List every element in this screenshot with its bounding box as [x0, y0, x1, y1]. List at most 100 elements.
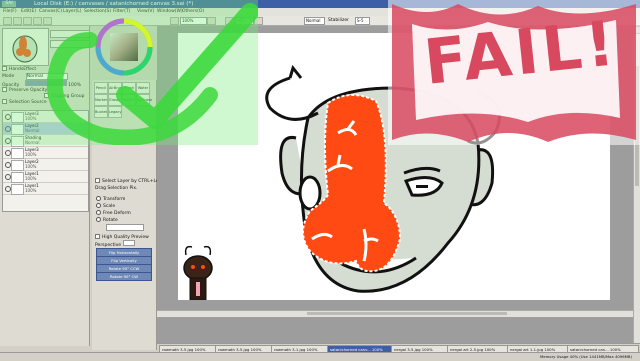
vertical-scroll-thumb[interactable]: [635, 66, 639, 186]
transform-row[interactable]: Transform: [96, 196, 125, 202]
transform-radio[interactable]: [96, 196, 101, 201]
show-selection-button[interactable]: [43, 17, 52, 25]
layer-thumbnail: [11, 148, 24, 159]
clipping-group-checkbox[interactable]: [44, 93, 49, 98]
redo-button[interactable]: [13, 17, 22, 25]
rotate-label: Rotate: [103, 218, 118, 223]
menu-layer[interactable]: Layer(L): [63, 9, 82, 14]
sai-app-icon: SAI: [2, 1, 16, 7]
preserve-opacity-checkbox[interactable]: [2, 87, 7, 92]
stabilizer-select[interactable]: S-5: [355, 17, 370, 25]
zoom-field[interactable]: 100%: [180, 17, 207, 25]
navigator-thumbnail[interactable]: [2, 28, 49, 66]
menu-filter[interactable]: Filter(T): [113, 9, 130, 14]
menu-window[interactable]: Window(W): [157, 9, 183, 14]
layer-blend: 100%: [25, 116, 37, 121]
stabilizer-label: Stabilizer: [328, 18, 349, 23]
layer-blend: 100%: [25, 176, 37, 181]
select-layer-checkbox[interactable]: [95, 178, 100, 183]
free-deform-row[interactable]: Free Deform: [96, 210, 131, 216]
deselect-button[interactable]: [23, 17, 32, 25]
scale-radio[interactable]: [96, 203, 101, 208]
canvas-document[interactable]: [178, 33, 610, 301]
rotate-left-button[interactable]: [225, 17, 234, 25]
layer-thumbnail: [11, 184, 24, 195]
blend-select[interactable]: Normal: [304, 17, 325, 25]
layer-blend: 100%: [25, 152, 37, 157]
horizontal-scroll-thumb[interactable]: [307, 312, 507, 315]
opacity-slider[interactable]: [24, 80, 67, 86]
invert-selection-button[interactable]: [33, 17, 42, 25]
preserve-opacity-row[interactable]: Preserve Opacity: [2, 87, 47, 93]
mode-row: Mode Normal: [2, 73, 68, 80]
menu-edit[interactable]: Edit(E): [21, 9, 36, 14]
layer-blend: Normal: [25, 140, 40, 145]
layer-row[interactable]: Layer1 100%: [3, 171, 88, 183]
color-wheel-panel[interactable]: [92, 16, 156, 78]
scale-row[interactable]: Scale: [96, 203, 115, 209]
tool-selpen[interactable]: SelPen: [122, 94, 136, 106]
layer-row[interactable]: Layer1 100%: [3, 183, 88, 195]
tool-panel: Pencil AirBrush Brush Water Marker Erase…: [92, 80, 162, 350]
mode-select[interactable]: Normal: [25, 73, 68, 80]
layer-thumbnail: [11, 160, 24, 171]
tool-brush[interactable]: Brush: [122, 82, 136, 94]
selection-source-checkbox[interactable]: [2, 99, 7, 104]
tool-pencil[interactable]: Pencil: [94, 82, 108, 94]
layer-row[interactable]: Layer3 100%: [3, 111, 88, 123]
selection-source-row[interactable]: Selection Source: [2, 99, 47, 105]
menu-selection[interactable]: Selection(S): [84, 9, 111, 14]
layer-row[interactable]: Shading Normal: [3, 135, 88, 147]
title-bar: SAI Local Disk (E:) / canvases / satanic…: [0, 0, 640, 8]
hands-effect-checkbox[interactable]: [2, 66, 7, 71]
perspective-select[interactable]: [122, 240, 135, 246]
zoom-in-button[interactable]: [207, 17, 216, 25]
free-deform-radio[interactable]: [96, 210, 101, 215]
memory-usage: Memory Usage 40% (Use 1441MB/Max 4096MB): [539, 354, 632, 359]
zoom-out-button[interactable]: [170, 17, 179, 25]
preserve-opacity-label: Preserve Opacity: [9, 88, 48, 93]
tool-airbrush[interactable]: AirBrush: [108, 82, 124, 94]
layer-row-selected[interactable]: Layer2 Normal: [3, 123, 88, 135]
horizontal-scrollbar[interactable]: [157, 310, 633, 317]
hands-effect-label: HandsEffect: [9, 67, 37, 72]
select-layer-label: Select Layer by CTRL+Left: [102, 179, 163, 184]
selection-source-label: Selection Source: [9, 100, 47, 105]
transform-value-field[interactable]: [106, 224, 144, 231]
drawing-artwork: [183, 64, 501, 301]
tool-water[interactable]: Water: [136, 82, 150, 94]
menu-view[interactable]: View(V): [137, 9, 154, 14]
menu-others[interactable]: Others(O): [182, 9, 204, 14]
window-title: Local Disk (E:) / canvases / satanichorn…: [34, 1, 194, 7]
clipping-group-row[interactable]: Clipping Group: [44, 93, 84, 99]
character-sketch: [183, 245, 213, 301]
layer-blend: Normal: [25, 128, 40, 133]
angle-field[interactable]: +0°: [235, 17, 254, 25]
undo-button[interactable]: [3, 17, 12, 25]
tool-bucket[interactable]: Bucket: [94, 106, 108, 118]
tool-marker[interactable]: Marker: [94, 94, 108, 106]
layer-row[interactable]: Layer2 100%: [3, 159, 88, 171]
menu-file[interactable]: File(F): [3, 9, 17, 14]
navigator-angle-slider[interactable]: [50, 40, 90, 48]
select-layer-ctrl-row[interactable]: Select Layer by CTRL+Left: [95, 178, 162, 184]
rotate-cw-button[interactable]: Rotate 90° CW: [96, 272, 152, 281]
hands-effect-row[interactable]: HandsEffect: [2, 66, 36, 72]
high-quality-checkbox[interactable]: [95, 234, 100, 239]
vertical-scrollbar[interactable]: [633, 26, 640, 344]
tool-legacy[interactable]: Legacy: [108, 106, 122, 118]
scale-label: Scale: [103, 204, 116, 209]
tool-selerase[interactable]: SelErase: [136, 94, 152, 106]
mode-label: Mode: [2, 74, 15, 79]
rotate-row[interactable]: Rotate: [96, 217, 118, 223]
layer-blend: 100%: [25, 188, 37, 193]
layer-list: Layer3 100% Layer2 Normal Shading Normal La…: [2, 110, 89, 212]
rotate-radio[interactable]: [96, 217, 101, 222]
tool-eraser[interactable]: Eraser: [108, 94, 122, 106]
layer-row[interactable]: Layer3 100%: [3, 147, 88, 159]
navigator-zoom-slider[interactable]: [50, 30, 90, 38]
menu-canvas[interactable]: Canvas(C): [39, 9, 62, 14]
drag-selection-label: Drag Selection Pix.: [95, 186, 138, 191]
scroll-up-arrow[interactable]: [634, 26, 640, 34]
rotate-right-button[interactable]: [254, 17, 263, 25]
